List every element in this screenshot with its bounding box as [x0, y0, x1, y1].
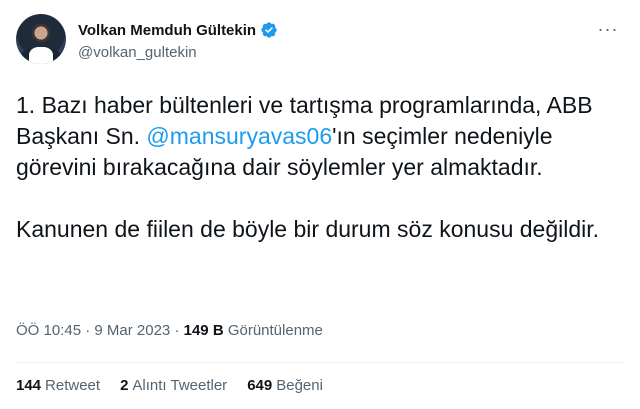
tweet-paragraph-1: 1. Bazı haber bültenleri ve tartışma pro…	[16, 90, 616, 183]
quotes-label: Alıntı Tweetler	[132, 377, 228, 394]
quotes-count: 2	[120, 377, 129, 394]
tweet-meta: ÖÖ 10:45 · 9 Mar 2023 · 149 B Görüntülen…	[16, 322, 323, 339]
views-count: 149 B	[183, 322, 224, 339]
likes-label: Beğeni	[276, 377, 323, 394]
likes-count: 649	[247, 377, 273, 394]
meta-separator: ·	[85, 322, 91, 339]
tweet-header: Volkan Memduh Gültekin @volkan_gultekin …	[16, 12, 624, 68]
retweets-label: Retweet	[45, 377, 101, 394]
tweet-date[interactable]: 9 Mar 2023	[94, 322, 170, 339]
retweets-count: 144	[16, 377, 42, 394]
quotes-stat[interactable]: 2 Alıntı Tweetler	[120, 377, 227, 394]
retweets-stat[interactable]: 144 Retweet	[16, 377, 100, 394]
verified-badge-icon	[260, 21, 278, 39]
tweet-time[interactable]: ÖÖ 10:45	[16, 322, 81, 339]
views-label: Görüntülenme	[227, 322, 323, 339]
divider	[16, 362, 624, 363]
avatar[interactable]	[16, 14, 66, 64]
mention-link[interactable]: @mansuryavas06	[146, 123, 332, 149]
display-name-row: Volkan Memduh Gültekin	[78, 20, 278, 40]
meta-separator: ·	[174, 322, 180, 339]
handle[interactable]: @volkan_gultekin	[78, 44, 278, 61]
display-name[interactable]: Volkan Memduh Gültekin	[78, 22, 256, 39]
author-names: Volkan Memduh Gültekin @volkan_gultekin	[78, 20, 278, 61]
likes-stat[interactable]: 649 Beğeni	[247, 377, 323, 394]
tweet-paragraph-2: Kanunen de fiilen de böyle bir durum söz…	[16, 216, 600, 242]
tweet-text: 1. Bazı haber bültenleri ve tartışma pro…	[16, 90, 616, 245]
engagement-stats: 144 Retweet 2 Alıntı Tweetler 649 Beğeni	[16, 377, 323, 394]
more-horizontal-icon[interactable]: ···	[596, 20, 620, 42]
